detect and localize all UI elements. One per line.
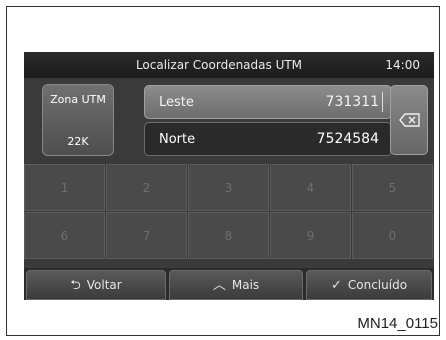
east-value: 731311 — [325, 94, 379, 110]
north-label: Norte — [159, 132, 196, 147]
key-7[interactable]: 7 — [106, 212, 187, 259]
back-button[interactable]: ⮌ Voltar — [26, 270, 166, 300]
figure-reference: MN14_0115 — [357, 315, 438, 332]
check-icon: ✓ — [330, 278, 342, 293]
utm-zone-label: Zona UTM — [50, 93, 106, 106]
more-button[interactable]: ︿ Mais — [169, 270, 303, 300]
key-1[interactable]: 1 — [24, 164, 105, 211]
north-value: 7524584 — [316, 131, 379, 147]
east-field[interactable]: Leste 731311 — [144, 85, 392, 119]
done-button-label: Concluído — [347, 278, 408, 292]
done-button[interactable]: ✓ Concluído — [306, 270, 432, 300]
utm-zone-value: 22K — [67, 135, 89, 148]
key-4[interactable]: 4 — [270, 164, 351, 211]
key-9[interactable]: 9 — [270, 212, 351, 259]
text-cursor — [382, 92, 383, 112]
bottom-bar: ⮌ Voltar ︿ Mais ✓ Concluído — [24, 268, 434, 300]
screen-title: Localizar Coordenadas UTM — [135, 58, 303, 72]
key-8[interactable]: 8 — [188, 212, 269, 259]
key-5[interactable]: 5 — [352, 164, 433, 211]
east-label: Leste — [159, 95, 194, 110]
device-screen: Localizar Coordenadas UTM 14:00 Zona UTM… — [24, 52, 434, 300]
back-button-label: Voltar — [86, 278, 122, 292]
back-arrow-icon: ⮌ — [70, 278, 81, 293]
key-3[interactable]: 3 — [188, 164, 269, 211]
more-button-label: Mais — [231, 278, 260, 292]
numeric-keypad: 1 2 3 4 5 6 7 8 9 0 — [24, 164, 434, 260]
title-bar: Localizar Coordenadas UTM 14:00 — [24, 52, 434, 78]
backspace-button[interactable] — [390, 85, 428, 155]
key-6[interactable]: 6 — [24, 212, 105, 259]
key-2[interactable]: 2 — [106, 164, 187, 211]
clock: 14:00 — [385, 58, 420, 72]
chevron-up-icon: ︿ — [212, 278, 226, 293]
utm-zone-button[interactable]: Zona UTM 22K — [42, 84, 114, 156]
key-0[interactable]: 0 — [352, 212, 433, 259]
north-field[interactable]: Norte 7524584 — [144, 122, 392, 156]
backspace-icon — [399, 113, 420, 127]
